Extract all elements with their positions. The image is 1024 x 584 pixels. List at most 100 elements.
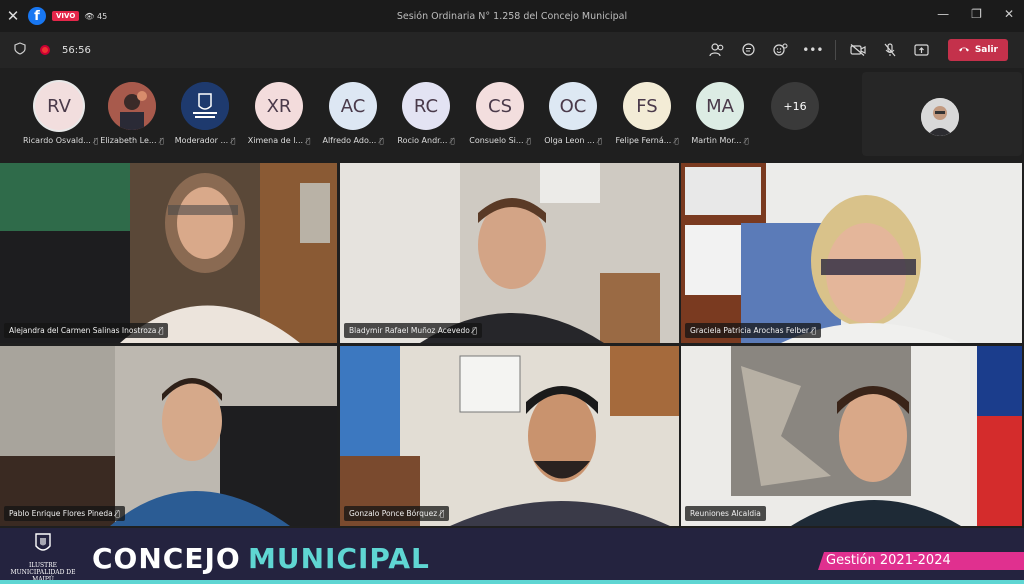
participant[interactable]: RC Rocio Andr... 🎙̸ — [390, 82, 462, 145]
tile-name-text: Graciela Patricia Arochas Felber — [690, 326, 809, 335]
mic-muted-icon: 🎙̸ — [379, 137, 384, 145]
video-tile[interactable]: Pablo Enrique Flores Pineda 🎙̸ — [0, 346, 337, 526]
municipality-crest-icon — [181, 82, 229, 130]
camera-off-icon[interactable] — [842, 36, 874, 64]
share-screen-icon[interactable] — [906, 36, 938, 64]
chat-icon[interactable] — [733, 36, 765, 64]
banner-stripe — [0, 580, 1024, 584]
mic-muted-icon: 🎙̸ — [811, 326, 816, 335]
participant-name: Elizabeth Le... 🎙̸ — [96, 136, 168, 145]
mic-muted-icon: 🎙̸ — [674, 137, 679, 145]
participant-name: Moderador ... 🎙̸ — [169, 136, 241, 145]
recording-icon — [40, 45, 50, 55]
participant[interactable]: RV Ricardo Osvald... 🎙̸ — [23, 82, 98, 145]
restore-icon[interactable]: ❐ — [971, 7, 982, 21]
video-feed — [681, 346, 1022, 526]
live-badge: VIVO — [52, 11, 80, 21]
avatar — [181, 82, 229, 130]
participant[interactable]: Elizabeth Le... 🎙̸ — [96, 82, 168, 145]
participant[interactable]: Moderador ... 🎙̸ — [169, 82, 241, 145]
tile-name-text: Reuniones Alcaldia — [690, 509, 761, 518]
participant-name-text: Consuelo Si... — [469, 136, 524, 145]
self-view — [862, 72, 1022, 156]
participant-name: Consuelo Si... 🎙̸ — [464, 136, 536, 145]
mic-muted-icon: 🎙̸ — [115, 509, 120, 518]
toolbar-actions: ••• Salir — [701, 36, 1008, 64]
participant[interactable]: AC Alfredo Ado... 🎙̸ — [317, 82, 389, 145]
participant[interactable]: XR Ximena de l... 🎙̸ — [243, 82, 315, 145]
participant-name: Ximena de l... 🎙̸ — [243, 136, 315, 145]
minimize-icon[interactable]: — — [937, 7, 949, 21]
avatar-initials: RV — [47, 95, 71, 117]
video-feed — [340, 163, 679, 343]
mic-muted-icon: 🎙̸ — [306, 137, 311, 145]
participant-name: Felipe Ferná... 🎙̸ — [611, 136, 683, 145]
participant[interactable]: CS Consuelo Si... 🎙̸ — [464, 82, 536, 145]
leave-button[interactable]: Salir — [947, 39, 1008, 61]
window-controls: — ❐ ✕ — [937, 7, 1014, 21]
tile-name-text: Pablo Enrique Flores Pineda — [9, 509, 113, 518]
municipality-logo: ILUSTRE MUNICIPALIDAD DE MAIPÚ — [6, 532, 80, 583]
more-participants-button[interactable]: +16 — [771, 82, 819, 130]
video-tile[interactable]: Bladymir Rafael Muñoz Acevedo 🎙̸ — [340, 163, 679, 343]
video-tile[interactable]: Gonzalo Ponce Bórquez 🎙̸ — [340, 346, 679, 526]
avatar-initials: MA — [706, 95, 734, 117]
viewer-count-value: 45 — [96, 11, 108, 21]
window-title: Sesión Ordinaria N° 1.258 del Concejo Mu… — [396, 10, 628, 22]
reactions-icon[interactable] — [765, 36, 797, 64]
avatar — [108, 82, 156, 130]
video-tile[interactable]: Alejandra del Carmen Salinas Inostroza 🎙… — [0, 163, 337, 343]
mic-muted-icon: 🎙̸ — [450, 137, 455, 145]
tile-name: Bladymir Rafael Muñoz Acevedo 🎙̸ — [344, 323, 482, 338]
tile-name-text: Alejandra del Carmen Salinas Inostroza — [9, 326, 157, 335]
participant-name-text: Martin Mor... — [691, 136, 742, 145]
mic-muted-icon: 🎙̸ — [158, 326, 164, 335]
tile-name: Gonzalo Ponce Bórquez 🎙̸ — [344, 506, 450, 521]
avatar: RC — [402, 82, 450, 130]
tile-name: Graciela Patricia Arochas Felber 🎙̸ — [685, 323, 821, 338]
window-titlebar: ✕ f VIVO 👁 45 Sesión Ordinaria N° 1.258 … — [0, 0, 1024, 32]
avatar-initials: FS — [636, 95, 658, 117]
tile-name: Reuniones Alcaldia — [685, 506, 766, 521]
avatar: AC — [329, 82, 377, 130]
eye-icon: 👁 — [84, 11, 95, 21]
crest-icon — [35, 533, 51, 551]
meeting-toolbar: 56:56 ••• Salir — [0, 32, 1024, 68]
tile-name: Alejandra del Carmen Salinas Inostroza 🎙… — [4, 323, 169, 338]
participant[interactable]: MA Martin Mor... 🎙̸ — [684, 82, 756, 145]
avatar-photo — [108, 82, 156, 130]
viewer-count: 👁 45 — [84, 12, 107, 21]
participant-name: Rocio Andr... 🎙̸ — [390, 136, 462, 145]
avatar-initials: CS — [488, 95, 512, 117]
participant[interactable]: OC Olga Leon ... 🎙̸ — [537, 82, 609, 145]
participants-icon[interactable] — [701, 36, 733, 64]
window-close-icon[interactable]: ✕ — [1004, 7, 1014, 21]
avatar: RV — [35, 82, 83, 130]
tile-name: Pablo Enrique Flores Pineda 🎙̸ — [4, 506, 125, 521]
mic-muted-icon: 🎙̸ — [472, 326, 477, 335]
participant[interactable]: FS Felipe Ferná... 🎙̸ — [611, 82, 683, 145]
participant-name-text: Moderador ... — [174, 136, 229, 145]
mic-muted-icon: 🎙̸ — [744, 137, 749, 145]
more-options-icon[interactable]: ••• — [797, 36, 829, 64]
video-tile[interactable]: Reuniones Alcaldia — [681, 346, 1022, 526]
avatar: OC — [549, 82, 597, 130]
meeting-timer: 56:56 — [62, 44, 91, 56]
participant-name: Alfredo Ado... 🎙̸ — [317, 136, 389, 145]
video-tile[interactable]: Graciela Patricia Arochas Felber 🎙̸ — [681, 163, 1022, 343]
avatar-initials: RC — [413, 95, 439, 117]
mic-off-icon[interactable] — [874, 36, 906, 64]
participant-name: Olga Leon ... 🎙̸ — [537, 136, 609, 145]
video-feed — [681, 163, 1022, 343]
avatar-initials: OC — [559, 95, 587, 117]
video-feed — [340, 346, 679, 526]
participant-name-text: Rocio Andr... — [397, 136, 448, 145]
tile-name-text: Bladymir Rafael Muñoz Acevedo — [349, 326, 470, 335]
close-icon[interactable]: ✕ — [2, 7, 24, 25]
banner-title-part1: CONCEJO — [92, 542, 241, 575]
avatar: FS — [623, 82, 671, 130]
facebook-icon: f — [28, 7, 46, 25]
participant-name: Martin Mor... 🎙̸ — [684, 136, 756, 145]
shield-icon — [14, 42, 26, 58]
participant-name-text: Ximena de l... — [247, 136, 304, 145]
